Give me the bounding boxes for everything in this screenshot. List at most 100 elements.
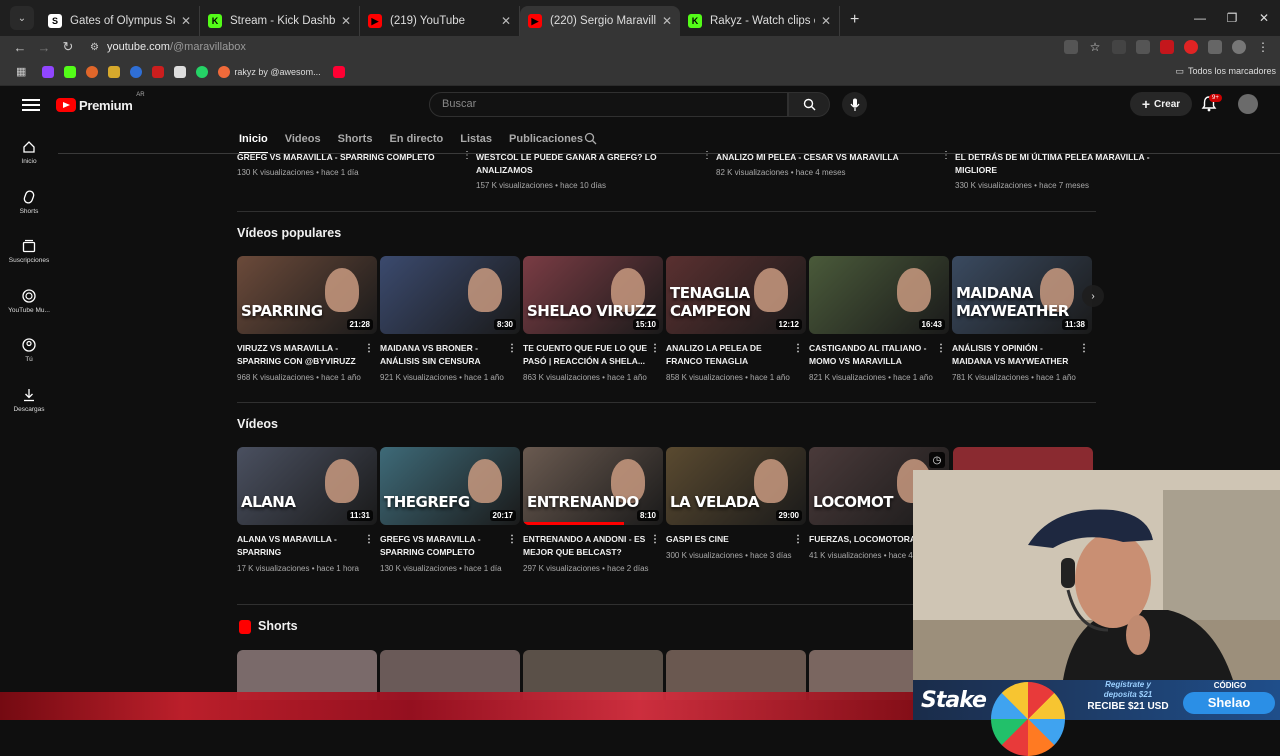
menu-icon[interactable]: ⋮ [1256,40,1270,54]
video-card-partial[interactable]: GREFG vs MARAVILLA - SPARRING COMPLETO 13… [237,151,457,177]
video-title[interactable]: MAIDANA vs BRONER - ANÁLISIS SIN CENSURA… [380,342,520,368]
maximize-button[interactable]: ❐ [1216,0,1248,36]
video-card[interactable]: SPARRING 21:28 VIRUZZ vs MARAVILLA - Sparr… [237,256,377,384]
search-button[interactable] [788,92,830,117]
awesome-bookmark-icon[interactable] [218,65,231,78]
browser-tab[interactable]: K Rakyz - Watch clips on Kick ✕ [680,6,840,36]
video-title[interactable]: CASTIGANDO AL ITALIANO - MOMO VS MARAVIL… [809,342,949,368]
voice-search-button[interactable] [842,92,867,117]
close-tab-icon[interactable]: ✕ [181,14,191,28]
video-title[interactable]: EL DETRÁS DE MI ÚLTIMA PELEA MARAVILLA -… [955,151,1175,177]
video-card[interactable]: ALANA 11:31 ALANA vs MARAVILLA - SPARRING ⋮… [237,447,377,575]
forward-button[interactable]: → [32,40,56,55]
hamburger-menu-icon[interactable] [22,99,40,111]
tab-videos[interactable]: Videos [285,124,321,154]
more-options-icon[interactable]: ⋮ [941,150,951,161]
site-info-icon[interactable]: ⚙ [90,42,99,53]
star-icon[interactable]: ☆ [1088,40,1102,54]
close-tab-icon[interactable]: ✕ [501,14,511,28]
video-card[interactable]: TENAGLIA CAMPEON 12:12 ANALIZO la PELEA de… [666,256,806,384]
extension-icon-3[interactable] [1184,40,1198,54]
bookmark-icon-6[interactable] [152,65,165,78]
minimize-button[interactable]: — [1184,0,1216,36]
close-tab-icon[interactable]: ✕ [662,14,672,28]
all-bookmarks-link[interactable]: ▭ Todos los marcadores [1175,66,1276,77]
video-title[interactable]: TE CUENTO QUE FUE LO QUE PASÓ | REACCIÓN… [523,342,663,368]
video-thumbnail[interactable]: TENAGLIA CAMPEON 12:12 [666,256,806,334]
more-options-icon[interactable]: ⋮ [793,533,803,546]
video-card-partial[interactable]: ANALIZO MI PELEA - CESAR vs MARAVILLA 82 … [716,151,936,177]
close-tab-icon[interactable]: ✕ [821,14,831,28]
sidebar-item-downloads[interactable]: Descargas [0,376,58,426]
youtube-bookmark-icon[interactable] [332,65,345,78]
sidebar-item-shorts[interactable]: Shorts [0,178,58,228]
video-title[interactable]: GREFG vs MARAVILLA - SPARRING COMPLETO ⋮ [380,533,520,559]
more-options-icon[interactable]: ⋮ [507,533,517,546]
tab-en-directo[interactable]: En directo [389,124,443,154]
more-options-icon[interactable]: ⋮ [1079,342,1089,355]
stake-bookmark-icon[interactable] [174,65,187,78]
tab-publicaciones[interactable]: Publicaciones [509,124,583,154]
channel-search-icon[interactable] [584,132,597,150]
more-options-icon[interactable]: ⋮ [462,150,472,161]
video-title[interactable]: ALANA vs MARAVILLA - SPARRING ⋮ [237,533,377,559]
search-input[interactable]: Buscar [429,92,788,117]
video-title[interactable]: ANALIZO MI PELEA - CESAR vs MARAVILLA [716,151,936,164]
video-thumbnail[interactable]: THEGREFG 20:17 [380,447,520,525]
video-title[interactable]: VIRUZZ vs MARAVILLA - Sparring con @byvi… [237,342,377,368]
video-thumbnail[interactable]: 8:30 [380,256,520,334]
video-thumbnail[interactable]: LA VELADA 29:00 [666,447,806,525]
extension-icon-2[interactable] [1136,40,1150,54]
bookmark-icon-5[interactable] [130,65,143,78]
video-title[interactable]: GASPI ES CINE ⋮ [666,533,806,546]
back-button[interactable]: ← [8,40,32,55]
carousel-next-button[interactable]: › [1082,285,1104,307]
video-title[interactable]: GREFG vs MARAVILLA - SPARRING COMPLETO [237,151,457,164]
sidebar-item-youtube-music[interactable]: YouTube Mu... [0,277,58,327]
browser-tab[interactable]: ▶ (219) YouTube ✕ [360,6,520,36]
tab-inicio[interactable]: Inicio [239,124,268,154]
close-window-button[interactable]: ✕ [1248,0,1280,36]
more-options-icon[interactable]: ⋮ [364,342,374,355]
video-thumbnail-partial[interactable] [953,447,1093,472]
more-options-icon[interactable]: ⋮ [364,533,374,546]
account-avatar[interactable] [1238,94,1258,114]
browser-tab[interactable]: ▶ (220) Sergio Maravilla Martinez ✕ [520,6,680,36]
video-card[interactable]: MAIDANA MAYWEATHER 11:38 ANÁLISIS Y OPINIÓ… [952,256,1092,384]
video-title[interactable]: WESTCOL LE PUEDE GANAR A GREFG? LO ANALI… [476,151,696,177]
apps-grid-icon[interactable]: ▦ [16,65,26,78]
install-icon[interactable] [1064,40,1078,54]
youtube-premium-logo[interactable]: Premium AR [56,92,145,113]
video-thumbnail[interactable]: ALANA 11:31 [237,447,377,525]
more-options-icon[interactable]: ⋮ [702,150,712,161]
video-thumbnail[interactable]: MAIDANA MAYWEATHER 11:38 [952,256,1092,334]
reload-button[interactable]: ↻ [56,39,80,55]
video-thumbnail[interactable]: 16:43 [809,256,949,334]
video-card-partial[interactable]: EL DETRÁS DE MI ÚLTIMA PELEA MARAVILLA -… [955,151,1175,190]
rakyz-bookmark[interactable]: rakyz by @awesom... [234,67,320,77]
sidebar-item-you[interactable]: Tú [0,326,58,376]
video-card[interactable]: 8:30 MAIDANA vs BRONER - ANÁLISIS SIN CEN… [380,256,520,384]
more-options-icon[interactable]: ⋮ [650,342,660,355]
more-options-icon[interactable]: ⋮ [793,342,803,355]
video-thumbnail[interactable]: SHELAO VIRUZZ 15:10 [523,256,663,334]
new-tab-button[interactable]: + [850,11,859,29]
bookmark-icon-4[interactable] [108,65,121,78]
video-title[interactable]: ENTRENANDO a ANDONI - ES MEJOR QUE BELCA… [523,533,663,559]
video-card-partial[interactable]: WESTCOL LE PUEDE GANAR A GREFG? LO ANALI… [476,151,696,190]
create-button[interactable]: + Crear [1130,92,1192,116]
sidebar-item-subscriptions[interactable]: Suscripciones [0,227,58,277]
extensions-puzzle-icon[interactable] [1208,40,1222,54]
more-options-icon[interactable]: ⋮ [650,533,660,546]
tab-search-button[interactable]: ⌄ [10,6,34,30]
video-thumbnail[interactable]: ENTRENANDO 8:10 [523,447,663,525]
extension-icon-1[interactable] [1112,40,1126,54]
close-tab-icon[interactable]: ✕ [341,14,351,28]
video-card[interactable]: LA VELADA 29:00 GASPI ES CINE ⋮ 300 K visual… [666,447,806,562]
video-card[interactable]: 16:43 CASTIGANDO AL ITALIANO - MOMO VS MA… [809,256,949,384]
tab-shorts[interactable]: Shorts [338,124,373,154]
video-thumbnail[interactable]: SPARRING 21:28 [237,256,377,334]
video-title[interactable]: ANALIZO la PELEA de FRANCO TENAGLIA ⋮ [666,342,806,368]
adblock-icon[interactable] [1160,40,1174,54]
bookmark-icon-3[interactable] [86,65,99,78]
